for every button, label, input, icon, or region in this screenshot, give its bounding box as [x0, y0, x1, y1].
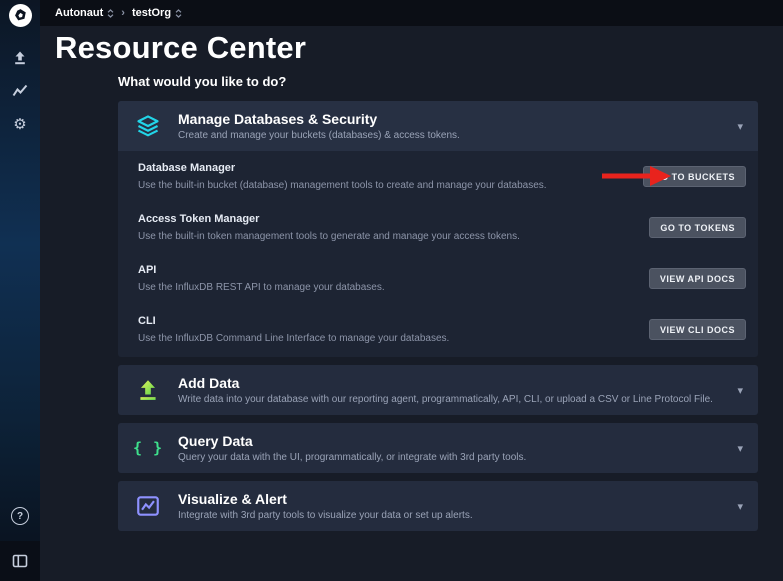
chart-icon — [118, 493, 178, 519]
go-to-buckets-button[interactable]: GO TO BUCKETS — [643, 166, 746, 187]
collapse-nav-icon — [12, 554, 28, 568]
panel-description: Query your data with the UI, programmati… — [178, 452, 722, 464]
row-title: Access Token Manager — [138, 212, 635, 226]
row-description: Use the built-in token management tools … — [138, 230, 635, 243]
sort-caret-icon — [107, 9, 114, 18]
panel-visualize-alert: Visualize & Alert Integrate with 3rd par… — [118, 481, 758, 531]
panel-query-data-header[interactable]: { } Query Data Query your data with the … — [118, 423, 758, 473]
main-content: Resource Center What would you like to d… — [40, 30, 783, 531]
load-data-icon[interactable] — [9, 47, 31, 69]
page-subtitle: What would you like to do? — [118, 74, 758, 89]
panel-header-text: Visualize & Alert Integrate with 3rd par… — [178, 491, 722, 522]
breadcrumb-org[interactable]: Autonaut — [55, 7, 114, 19]
view-api-docs-button[interactable]: VIEW API DOCS — [649, 268, 746, 289]
row-title: Database Manager — [138, 161, 629, 175]
panel-header-text: Add Data Write data into your database w… — [178, 375, 722, 406]
panel-manage-databases-header[interactable]: Manage Databases & Security Create and m… — [118, 101, 758, 151]
panel-description: Create and manage your buckets (database… — [178, 130, 722, 142]
row-database-manager: Database Manager Use the built-in bucket… — [118, 151, 758, 202]
view-cli-docs-button[interactable]: VIEW CLI DOCS — [649, 319, 746, 340]
braces-icon: { } — [133, 439, 163, 457]
panel-title: Query Data — [178, 433, 722, 450]
chevron-down-icon[interactable]: ▾ — [722, 384, 758, 397]
chevron-down-icon[interactable]: ▾ — [722, 120, 758, 133]
row-access-token-manager: Access Token Manager Use the built-in to… — [118, 202, 758, 253]
influxdb-logo-icon[interactable] — [9, 4, 32, 27]
panel-description: Integrate with 3rd party tools to visual… — [178, 510, 722, 522]
sidebar-nav: ⚙ — [9, 47, 31, 135]
panel-description: Write data into your database with our r… — [178, 394, 722, 406]
upload-arrow-icon — [118, 377, 178, 403]
row-cli: CLI Use the InfluxDB Command Line Interf… — [118, 304, 758, 355]
page-title: Resource Center — [55, 30, 783, 66]
panel-visualize-alert-header[interactable]: Visualize & Alert Integrate with 3rd par… — [118, 481, 758, 531]
sidebar-bottom-block[interactable] — [0, 541, 40, 581]
panel-title: Add Data — [178, 375, 722, 392]
row-description: Use the InfluxDB Command Line Interface … — [138, 332, 635, 345]
layers-icon — [118, 113, 178, 139]
breadcrumb-project[interactable]: testOrg — [132, 7, 182, 19]
breadcrumb-org-label: Autonaut — [55, 7, 103, 19]
data-explorer-icon[interactable] — [9, 80, 31, 102]
chevron-down-icon[interactable]: ▾ — [722, 442, 758, 455]
panel-title: Manage Databases & Security — [178, 111, 722, 128]
breadcrumb-project-label: testOrg — [132, 7, 171, 19]
panel-add-data-header[interactable]: Add Data Write data into your database w… — [118, 365, 758, 415]
panel-manage-databases: Manage Databases & Security Create and m… — [118, 101, 758, 357]
help-icon[interactable]: ? — [11, 507, 29, 525]
panel-add-data: Add Data Write data into your database w… — [118, 365, 758, 415]
row-title: API — [138, 263, 635, 277]
breadcrumb-bar: Autonaut › testOrg — [40, 0, 783, 26]
panel-header-text: Query Data Query your data with the UI, … — [178, 433, 722, 464]
chevron-down-icon[interactable]: ▾ — [722, 500, 758, 513]
resource-center-content: What would you like to do? Manage Databa… — [118, 74, 758, 531]
row-description: Use the built-in bucket (database) manag… — [138, 179, 629, 192]
sidebar: ⚙ ? — [0, 0, 40, 581]
row-api: API Use the InfluxDB REST API to manage … — [118, 253, 758, 304]
row-title: CLI — [138, 314, 635, 328]
influxdb-logo-glyph — [13, 8, 28, 23]
row-description: Use the InfluxDB REST API to manage your… — [138, 281, 635, 294]
panel-manage-databases-body: Database Manager Use the built-in bucket… — [118, 151, 758, 357]
sort-caret-icon — [175, 9, 182, 18]
go-to-tokens-button[interactable]: GO TO TOKENS — [649, 217, 746, 238]
panel-title: Visualize & Alert — [178, 491, 722, 508]
settings-gear-icon[interactable]: ⚙ — [9, 113, 31, 135]
panel-query-data: { } Query Data Query your data with the … — [118, 423, 758, 473]
panel-header-text: Manage Databases & Security Create and m… — [178, 111, 722, 142]
breadcrumb-separator: › — [121, 7, 125, 19]
